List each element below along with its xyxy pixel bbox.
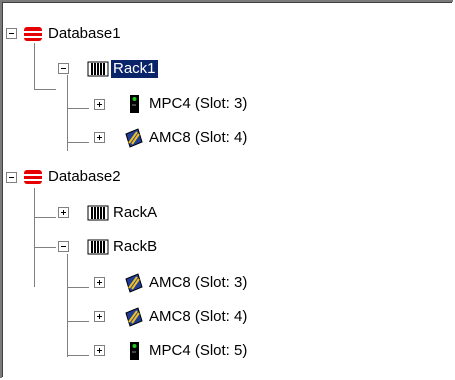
tree-node-database1[interactable]: Database1 [22,23,123,45]
expand-toggle[interactable] [94,277,105,288]
tree-node-mpc4-slot3[interactable]: MPC4 (Slot: 3) [123,93,249,115]
tree-line [67,108,89,109]
expand-toggle[interactable] [94,99,105,110]
tree-line [34,89,56,90]
collapse-toggle[interactable] [6,172,17,183]
database-icon [22,167,44,187]
expand-toggle[interactable] [94,311,105,322]
tree-node-label: AMC8 (Slot: 4) [149,308,248,325]
tree-line [67,355,89,356]
tree-node-label: Rack1 [110,59,159,79]
tree-line [67,142,89,143]
tree-node-label: Database1 [48,25,121,42]
amc-card-icon [123,128,145,148]
tree-line [34,43,35,89]
tree-node-rack1[interactable]: Rack1 [87,58,159,80]
expand-toggle[interactable] [58,207,69,218]
amc-card-icon [123,273,145,293]
tree-node-rackb[interactable]: RackB [87,236,159,258]
rack-icon [87,237,109,257]
tree-node-amc8-slot4[interactable]: AMC8 (Slot: 4) [123,127,249,149]
tree-node-racka[interactable]: RackA [87,202,159,224]
tree-node-amc8-slot3[interactable]: AMC8 (Slot: 3) [123,272,249,294]
tree-node-label: RackA [113,204,158,221]
tree-line [67,254,68,357]
mpc-module-icon [123,94,145,114]
rack-icon [87,59,109,79]
collapse-toggle[interactable] [58,241,69,252]
tree-node-mpc4-slot5[interactable]: MPC4 (Slot: 5) [123,340,249,362]
tree-node-label: MPC4 (Slot: 5) [149,342,248,359]
tree-line [67,321,89,322]
collapse-toggle[interactable] [6,28,17,39]
tree-node-label: AMC8 (Slot: 3) [149,274,248,291]
amc-card-icon [123,307,145,327]
tree-line [67,75,68,151]
tree-line [34,188,35,287]
rack-icon [87,203,109,223]
tree-node-amc8-slot4[interactable]: AMC8 (Slot: 4) [123,306,249,328]
database-icon [22,24,44,44]
tree-node-database2[interactable]: Database2 [22,166,123,188]
tree-line [67,287,89,288]
expand-toggle[interactable] [94,132,105,143]
tree-node-label: RackB [113,238,158,255]
tree-line [34,247,56,248]
tree-node-label: MPC4 (Slot: 3) [149,95,248,112]
tree-node-label: Database2 [48,168,121,185]
tree-node-label: AMC8 (Slot: 4) [149,129,248,146]
collapse-toggle[interactable] [58,63,69,74]
tree-line [34,217,56,218]
expand-toggle[interactable] [94,345,105,356]
mpc-module-icon [123,341,145,361]
